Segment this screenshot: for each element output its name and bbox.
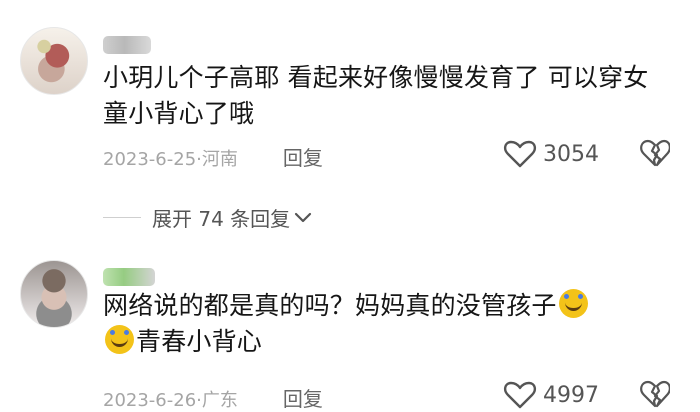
expand-divider xyxy=(103,217,141,218)
comment-meta: 2023-6-26·广东 回复 xyxy=(103,383,323,412)
comment-location: 广东 xyxy=(201,390,238,411)
like-button[interactable]: 4997 xyxy=(503,381,599,409)
like-button[interactable]: 3054 xyxy=(503,140,599,168)
avatar[interactable] xyxy=(20,27,88,95)
chevron-down-icon xyxy=(295,212,312,222)
expand-replies-label: 展开 74 条回复 xyxy=(152,207,291,231)
like-count: 4997 xyxy=(543,382,599,408)
expand-replies-button[interactable]: 展开 74 条回复 xyxy=(103,203,312,232)
reply-button[interactable]: 回复 xyxy=(283,146,323,170)
heart-icon xyxy=(503,140,537,168)
comment-location: 河南 xyxy=(201,149,238,170)
broken-heart-icon[interactable] xyxy=(640,379,670,409)
comment-date: 2023-6-25 xyxy=(103,149,197,170)
comment-text: 小玥儿个子高耶 看起来好像慢慢发育了 可以穿女童小背心了哦 xyxy=(103,63,649,128)
reply-button[interactable]: 回复 xyxy=(283,387,323,411)
like-count: 3054 xyxy=(543,141,599,167)
blurred-username[interactable] xyxy=(103,36,151,54)
comment-text: 网络说的都是真的吗？妈妈真的没管孩子 青春小背心 xyxy=(103,288,673,360)
comment-date: 2023-6-26 xyxy=(103,390,197,411)
comment-text-line1: 网络说的都是真的吗？妈妈真的没管孩子 xyxy=(103,291,557,320)
broken-heart-icon[interactable] xyxy=(640,138,670,168)
rofl-emoji-icon xyxy=(558,289,588,318)
comment-meta: 2023-6-25·河南 回复 xyxy=(103,142,323,171)
blurred-username[interactable] xyxy=(103,268,155,286)
rofl-emoji-icon xyxy=(105,325,134,354)
heart-icon xyxy=(503,381,537,409)
avatar[interactable] xyxy=(20,260,88,328)
comment-text-line2: 青春小背心 xyxy=(136,327,263,356)
